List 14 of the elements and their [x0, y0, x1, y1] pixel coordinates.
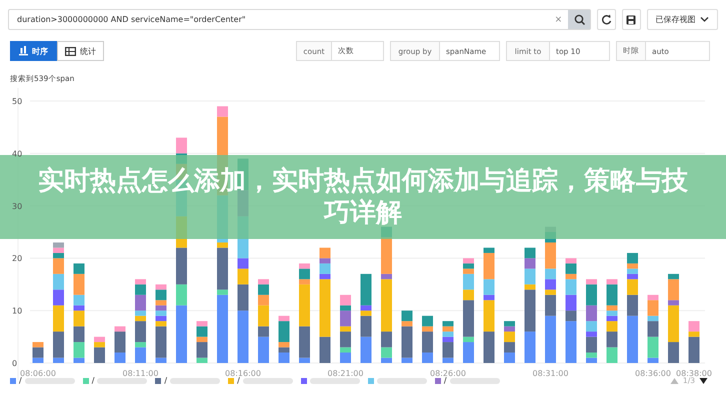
- y-tick-label: 0: [12, 359, 18, 368]
- x-tick-label: 08:26:00: [430, 369, 466, 378]
- x-tick-label: 08:38:00: [676, 369, 712, 378]
- y-tick-label: 10: [12, 306, 22, 316]
- banner-title: 实时热点怎么添加，实时热点如何添加与追踪，策略与技巧详解: [37, 165, 689, 229]
- y-tick-label: 50: [12, 97, 22, 106]
- x-tick-label: 08:11:00: [122, 369, 158, 378]
- y-tick-label: 30: [12, 202, 22, 211]
- x-tick-label: 08:36:00: [635, 369, 671, 378]
- y-tick-label: 20: [12, 254, 22, 264]
- x-tick-label: 08:21:00: [328, 369, 364, 378]
- x-tick-label: 08:31:00: [532, 369, 568, 378]
- x-tick-label: 08:16:00: [225, 369, 261, 378]
- x-tick-label: 08:06:00: [20, 369, 56, 378]
